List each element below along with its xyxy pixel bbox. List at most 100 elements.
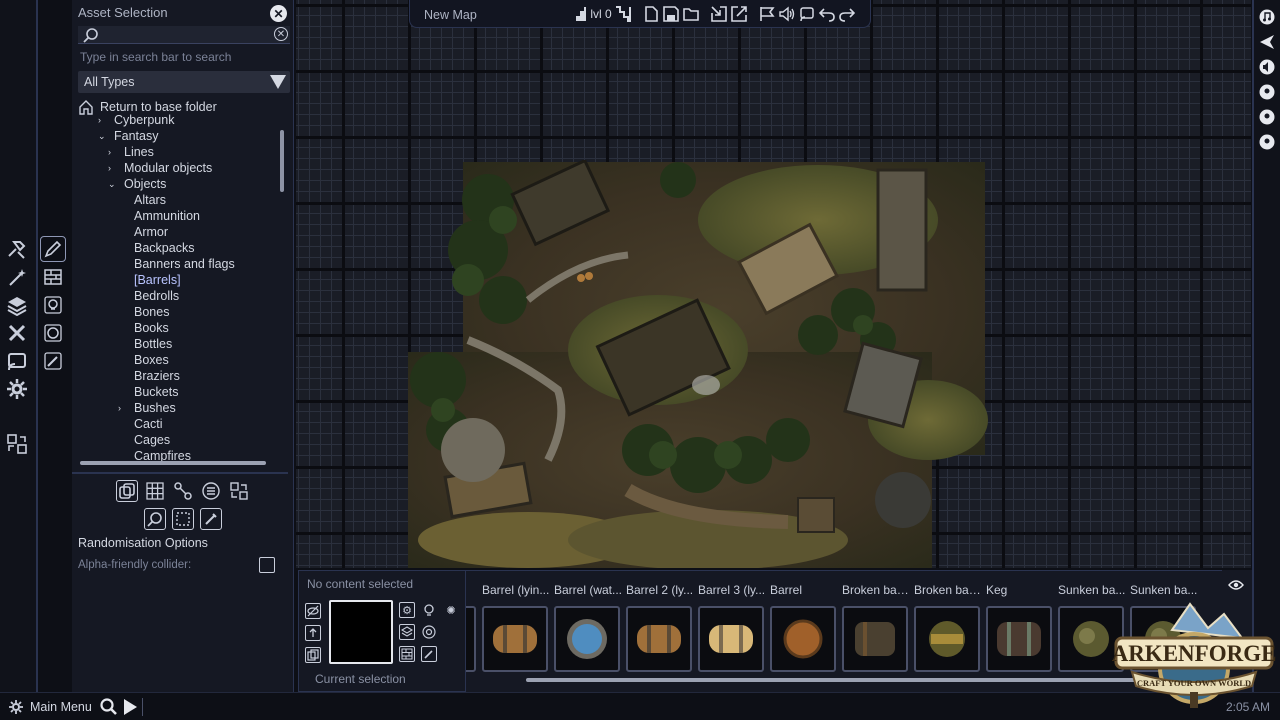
open-folder-icon[interactable] <box>682 5 700 23</box>
tree-item[interactable]: Altars <box>118 192 166 208</box>
asset-tile[interactable] <box>554 606 620 672</box>
tree-item[interactable]: › Lines <box>108 144 154 160</box>
visibility-toggle-icon[interactable] <box>305 603 321 619</box>
tools-icon[interactable] <box>5 321 29 345</box>
asset-tile-partial[interactable] <box>466 606 476 672</box>
light-tool-button[interactable] <box>40 292 66 318</box>
chevron-down-icon[interactable]: ⌄ <box>108 179 118 190</box>
brush-tool-button[interactable] <box>40 236 66 262</box>
clear-search-icon[interactable]: ✕ <box>274 27 288 41</box>
settings-gear-icon[interactable] <box>8 699 24 720</box>
asset-tile[interactable] <box>770 606 836 672</box>
palette-tool-button[interactable] <box>40 320 66 346</box>
location-pin-icon[interactable] <box>1259 134 1275 150</box>
palette-icon[interactable] <box>421 624 437 640</box>
tree-item[interactable]: Bedrolls <box>118 288 179 304</box>
close-icon[interactable]: ✕ <box>270 5 287 22</box>
sound-icon[interactable] <box>778 5 796 23</box>
eyedropper-icon[interactable] <box>421 646 437 662</box>
music-icon[interactable] <box>1259 9 1275 25</box>
undo-icon[interactable] <box>818 5 836 23</box>
map-viewport[interactable] <box>296 0 1251 568</box>
asset-tile[interactable] <box>482 606 548 672</box>
layers-icon[interactable] <box>5 293 29 317</box>
settings-gear-icon[interactable] <box>5 377 29 401</box>
swap-icon[interactable] <box>5 432 29 456</box>
bring-forward-icon[interactable] <box>305 625 321 641</box>
copy-tool-button[interactable] <box>116 480 138 502</box>
tree-item[interactable]: Books <box>118 320 169 336</box>
tree-item[interactable]: Bones <box>118 304 169 320</box>
redo-icon[interactable] <box>838 5 856 23</box>
tree-item[interactable]: Braziers <box>118 368 180 384</box>
tree-item[interactable]: Bottles <box>118 336 172 352</box>
tree-item[interactable]: [Barrels] <box>118 272 181 288</box>
tree-item[interactable]: Cages <box>118 432 170 448</box>
chevron-right-icon[interactable]: › <box>118 403 128 413</box>
eyedropper-tool-button[interactable] <box>40 348 66 374</box>
pointer-icon[interactable] <box>1259 34 1275 50</box>
tree-item[interactable]: Backpacks <box>118 240 194 256</box>
search-icon[interactable] <box>100 698 118 720</box>
alpha-collider-checkbox[interactable] <box>259 557 275 573</box>
layers-icon[interactable] <box>399 624 415 640</box>
tree-vertical-scrollbar[interactable] <box>280 130 284 192</box>
tree-item[interactable]: Banners and flags <box>118 256 235 272</box>
location-pin-icon[interactable] <box>1259 84 1275 100</box>
tree-item[interactable]: Ammunition <box>118 208 200 224</box>
tree-item[interactable]: Campfires <box>118 448 191 462</box>
search-input[interactable]: ✕ <box>78 26 290 44</box>
wall-icon[interactable] <box>399 646 415 662</box>
select-area-tool-button[interactable] <box>172 508 194 530</box>
picker-tool-button[interactable] <box>200 508 222 530</box>
tree-item[interactable]: Cacti <box>118 416 162 432</box>
import-icon[interactable] <box>710 5 728 23</box>
speaker-icon[interactable] <box>1259 59 1275 75</box>
transform-tool-button[interactable] <box>228 480 250 502</box>
tree-item[interactable]: ⌄ Objects <box>108 176 166 192</box>
asset-tile[interactable] <box>986 606 1052 672</box>
build-tool-icon[interactable] <box>5 237 29 261</box>
level-down-icon[interactable] <box>614 5 632 23</box>
light-bulb-icon[interactable] <box>421 602 437 618</box>
location-pin-icon[interactable] <box>1259 109 1275 125</box>
tree-item[interactable]: › Bushes <box>118 400 176 416</box>
tree-item[interactable]: Buckets <box>118 384 178 400</box>
tree-item[interactable]: Armor <box>118 224 168 240</box>
eye-icon[interactable] <box>1228 578 1244 596</box>
grid-tool-button[interactable] <box>144 480 166 502</box>
asset-tile[interactable] <box>914 606 980 672</box>
settings-gear-icon[interactable]: ⚙ <box>399 602 415 618</box>
flag-icon[interactable] <box>758 5 776 23</box>
save-icon[interactable] <box>662 5 680 23</box>
export-icon[interactable] <box>730 5 748 23</box>
tree-item[interactable]: ⌄ Fantasy <box>98 128 158 144</box>
type-filter-dropdown[interactable]: All Types <box>78 71 290 93</box>
tree-item[interactable]: › Modular objects <box>108 160 212 176</box>
asset-strip-scrollbar[interactable] <box>526 678 1166 682</box>
duplicate-icon[interactable] <box>305 647 321 663</box>
cast-icon[interactable] <box>5 349 29 373</box>
magic-wand-icon[interactable] <box>5 265 29 289</box>
main-menu-button[interactable]: Main Menu <box>30 700 92 714</box>
chevron-right-icon[interactable]: › <box>108 163 118 173</box>
asset-tile[interactable] <box>698 606 764 672</box>
cast-screen-icon[interactable] <box>798 5 816 23</box>
list-tool-button[interactable] <box>200 480 222 502</box>
sparkle-icon[interactable]: ✺ <box>443 602 459 618</box>
battle-map-image[interactable] <box>408 160 988 568</box>
tree-item[interactable]: › Cyberpunk <box>98 114 174 128</box>
play-icon[interactable] <box>122 698 138 720</box>
tree-item[interactable]: Boxes <box>118 352 169 368</box>
chevron-right-icon[interactable]: › <box>98 115 108 125</box>
chevron-right-icon[interactable]: › <box>108 147 118 157</box>
chevron-down-icon[interactable]: ⌄ <box>98 131 108 142</box>
connect-tool-button[interactable] <box>172 480 194 502</box>
asset-tile[interactable] <box>626 606 692 672</box>
asset-tile[interactable] <box>842 606 908 672</box>
tree-horizontal-scrollbar[interactable] <box>80 461 266 465</box>
level-up-icon[interactable] <box>570 5 588 23</box>
zoom-tool-button[interactable] <box>144 508 166 530</box>
wall-tool-button[interactable] <box>40 264 66 290</box>
new-file-icon[interactable] <box>642 5 660 23</box>
